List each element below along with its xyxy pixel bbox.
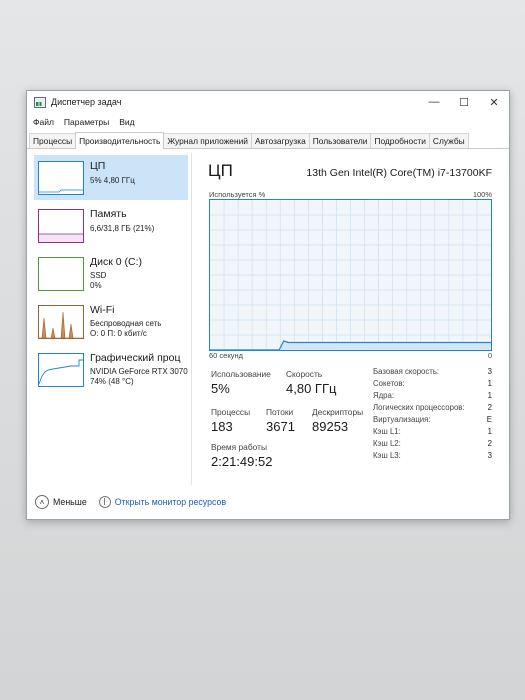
usage-label: Использование <box>211 369 271 379</box>
tab-details[interactable]: Подробности <box>370 133 430 148</box>
disk-thumbnail <box>38 257 84 291</box>
menu-bar: Файл Параметры Вид <box>27 113 509 130</box>
task-manager-icon <box>34 96 46 108</box>
menu-view[interactable]: Вид <box>119 117 134 127</box>
window-title: Диспетчер задач <box>51 97 122 107</box>
window-controls: — ☐ ✕ <box>419 91 509 113</box>
chevron-up-icon[interactable]: ˄ <box>35 495 49 509</box>
sidebar-item-cpu[interactable]: ЦП 5% 4,80 ГГц <box>34 155 188 200</box>
menu-options[interactable]: Параметры <box>64 117 109 127</box>
prop-label-virtualization: Виртуализация: <box>373 415 431 424</box>
open-resource-monitor-link[interactable]: Открыть монитор ресурсов <box>115 497 226 507</box>
tab-services[interactable]: Службы <box>428 133 469 148</box>
sidebar-item-value: 6,6/31,8 ГБ (21%) <box>90 224 155 233</box>
performance-sidebar: ЦП 5% 4,80 ГГц Память 6,6/31,8 ГБ (21%) … <box>34 155 188 395</box>
descriptors-value: 89253 <box>312 419 349 434</box>
sidebar-item-value-2: О: 0 П: 0 кбит/с <box>90 329 147 338</box>
sidebar-item-label: Wi-Fi <box>90 304 115 316</box>
sidebar-item-value: NVIDIA GeForce RTX 3070 <box>90 367 188 376</box>
usage-value: 5% <box>211 381 230 396</box>
prop-label-l2: Кэш L2: <box>373 439 401 448</box>
graph-label-max: 100% <box>472 190 492 199</box>
sidebar-item-value: 5% 4,80 ГГц <box>90 176 135 185</box>
close-button[interactable]: ✕ <box>479 91 509 113</box>
tab-users[interactable]: Пользователи <box>308 133 372 148</box>
graph-label-usage: Используется % <box>209 190 266 199</box>
speed-label: Скорость <box>286 369 323 379</box>
menu-file[interactable]: Файл <box>33 117 54 127</box>
prop-label-cores: Ядра: <box>373 391 395 400</box>
resource-monitor-icon <box>98 496 111 508</box>
cpu-thumbnail-graph <box>39 189 83 193</box>
prop-label-logical: Логических процессоров: <box>373 403 465 412</box>
sidebar-item-value: SSD <box>90 271 107 280</box>
threads-label: Потоки <box>266 407 294 417</box>
wifi-thumbnail-graph <box>39 311 83 338</box>
task-manager-window: Диспетчер задач — ☐ ✕ Файл Параметры Вид… <box>26 90 510 520</box>
prop-value-cores: 1 <box>487 391 492 400</box>
sidebar-item-value-2: 74% (48 °C) <box>90 377 134 386</box>
memory-thumbnail <box>38 209 84 243</box>
tab-bar: Процессы Производительность Журнал прило… <box>27 132 509 149</box>
uptime-value: 2:21:49:52 <box>211 454 273 469</box>
prop-value-l2: 2 <box>487 439 492 448</box>
uptime-label: Время работы <box>211 442 267 452</box>
graph-zero-label: 0 <box>487 351 492 360</box>
cpu-usage-chart <box>210 200 491 350</box>
fewer-details-button[interactable]: Меньше <box>53 497 87 507</box>
sidebar-item-label: Диск 0 (C:) <box>90 256 142 268</box>
sidebar-item-label: Память <box>90 208 127 220</box>
prop-value-logical: 2 <box>487 403 492 412</box>
gpu-thumbnail <box>38 353 84 387</box>
footer: ˄ Меньше Открыть монитор ресурсов <box>35 495 226 509</box>
prop-value-l1: 1 <box>487 427 492 436</box>
graph-time-label: 60 секунд <box>209 351 243 360</box>
sidebar-item-value: Беспроводная сеть <box>90 319 162 328</box>
processes-value: 183 <box>211 419 233 434</box>
sidebar-item-value-2: 0% <box>90 281 102 290</box>
memory-thumbnail-graph <box>39 233 83 242</box>
maximize-button[interactable]: ☐ <box>449 91 479 113</box>
minimize-button[interactable]: — <box>419 91 449 113</box>
wifi-thumbnail <box>38 305 84 339</box>
descriptors-label: Дескрипторы <box>312 407 364 417</box>
threads-value: 3671 <box>266 419 295 434</box>
tab-startup[interactable]: Автозагрузка <box>250 133 310 148</box>
tab-processes[interactable]: Процессы <box>29 133 77 148</box>
prop-value-sockets: 1 <box>487 379 492 388</box>
prop-label-sockets: Сокетов: <box>373 379 405 388</box>
speed-value: 4,80 ГГц <box>286 381 337 396</box>
prop-value-l3: 3 <box>487 451 492 460</box>
processes-label: Процессы <box>211 407 251 417</box>
sidebar-divider <box>191 153 192 485</box>
sidebar-item-label: Графический проц <box>90 352 181 364</box>
sidebar-item-memory[interactable]: Память 6,6/31,8 ГБ (21%) <box>34 203 188 248</box>
panel-title: ЦП <box>208 161 233 180</box>
cpu-thumbnail <box>38 161 84 195</box>
prop-label-l3: Кэш L3: <box>373 451 401 460</box>
sidebar-item-label: ЦП <box>90 160 106 172</box>
cpu-model-name: 13th Gen Intel(R) Core(TM) i7-13700KF <box>306 167 492 179</box>
title-bar: Диспетчер задач — ☐ ✕ <box>27 91 509 113</box>
prop-value-base-speed: 3 <box>487 367 492 376</box>
sidebar-item-disk[interactable]: Диск 0 (C:) SSD 0% <box>34 251 188 296</box>
sidebar-item-wifi[interactable]: Wi-Fi Беспроводная сеть О: 0 П: 0 кбит/с <box>34 299 188 344</box>
tab-app-history[interactable]: Журнал приложений <box>163 133 252 148</box>
sidebar-item-gpu[interactable]: Графический проц NVIDIA GeForce RTX 3070… <box>34 347 188 392</box>
prop-value-virtualization: E <box>486 415 492 424</box>
prop-label-base-speed: Базовая скорость: <box>373 367 440 376</box>
tab-performance[interactable]: Производительность <box>75 132 165 149</box>
gpu-thumbnail-graph <box>39 359 83 385</box>
cpu-usage-graph <box>209 199 492 351</box>
prop-label-l1: Кэш L1: <box>373 427 401 436</box>
